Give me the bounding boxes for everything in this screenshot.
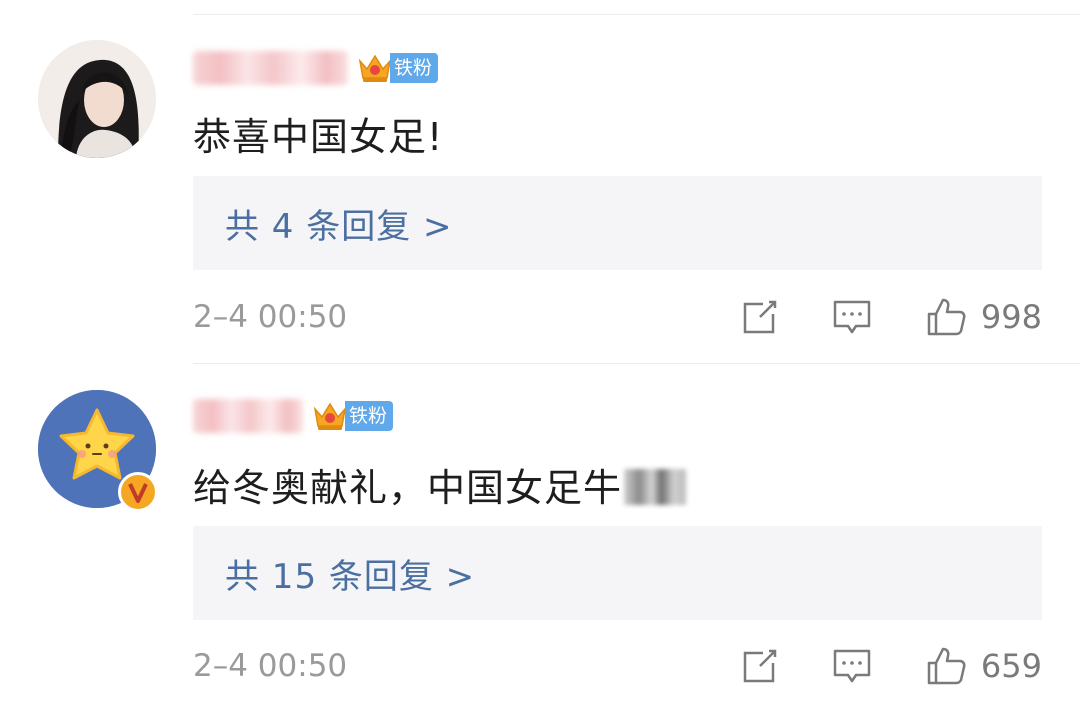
username-row: 铁粉 xyxy=(193,48,439,88)
comment-item: 铁粉 恭喜中国女足! 共 4 条回复 > 2–4 00:50 998 xyxy=(0,0,1080,350)
fan-badge-label: 铁粉 xyxy=(345,401,394,431)
comment-timestamp: 2–4 00:50 xyxy=(193,648,348,684)
share-icon[interactable] xyxy=(739,296,781,338)
comment-item: 铁粉 给冬奥献礼，中国女足牛 共 15 条回复 > 2–4 00:50 659 xyxy=(0,350,1080,700)
view-replies-label: 共 15 条回复 > xyxy=(225,556,476,597)
fan-badge: 铁粉 xyxy=(356,50,439,86)
comment-text: 恭喜中国女足! xyxy=(193,115,444,159)
comment-text-content: 给冬奥献礼，中国女足牛 xyxy=(193,466,623,510)
like-count: 998 xyxy=(980,298,1042,336)
thumbs-up-icon xyxy=(927,298,966,336)
thumbs-up-icon xyxy=(927,647,966,685)
view-replies-label: 共 4 条回复 > xyxy=(225,206,453,247)
share-icon[interactable] xyxy=(739,645,781,687)
comment-icon[interactable] xyxy=(831,296,873,338)
verified-v-icon xyxy=(118,472,158,512)
crown-icon xyxy=(358,54,392,82)
username-blurred[interactable] xyxy=(193,399,303,433)
fan-badge-label: 铁粉 xyxy=(390,53,439,83)
comment-actions: 998 xyxy=(739,296,1042,338)
like-button[interactable]: 998 xyxy=(925,296,1042,338)
avatar[interactable] xyxy=(38,40,156,158)
like-count: 659 xyxy=(980,647,1042,685)
view-replies-button[interactable]: 共 15 条回复 > xyxy=(193,526,1042,620)
comment-meta: 2–4 00:50 659 xyxy=(193,636,1042,696)
crown-icon xyxy=(313,402,347,430)
censored-text xyxy=(624,469,687,505)
comment-timestamp: 2–4 00:50 xyxy=(193,299,348,335)
comment-meta: 2–4 00:50 998 xyxy=(193,287,1042,347)
like-button[interactable]: 659 xyxy=(925,645,1042,687)
fan-badge: 铁粉 xyxy=(311,398,394,434)
comment-actions: 659 xyxy=(739,645,1042,687)
comment-icon[interactable] xyxy=(831,645,873,687)
comment-text: 给冬奥献礼，中国女足牛 xyxy=(193,457,687,512)
view-replies-button[interactable]: 共 4 条回复 > xyxy=(193,176,1042,270)
username-row: 铁粉 xyxy=(193,396,394,436)
username-blurred[interactable] xyxy=(193,51,348,85)
